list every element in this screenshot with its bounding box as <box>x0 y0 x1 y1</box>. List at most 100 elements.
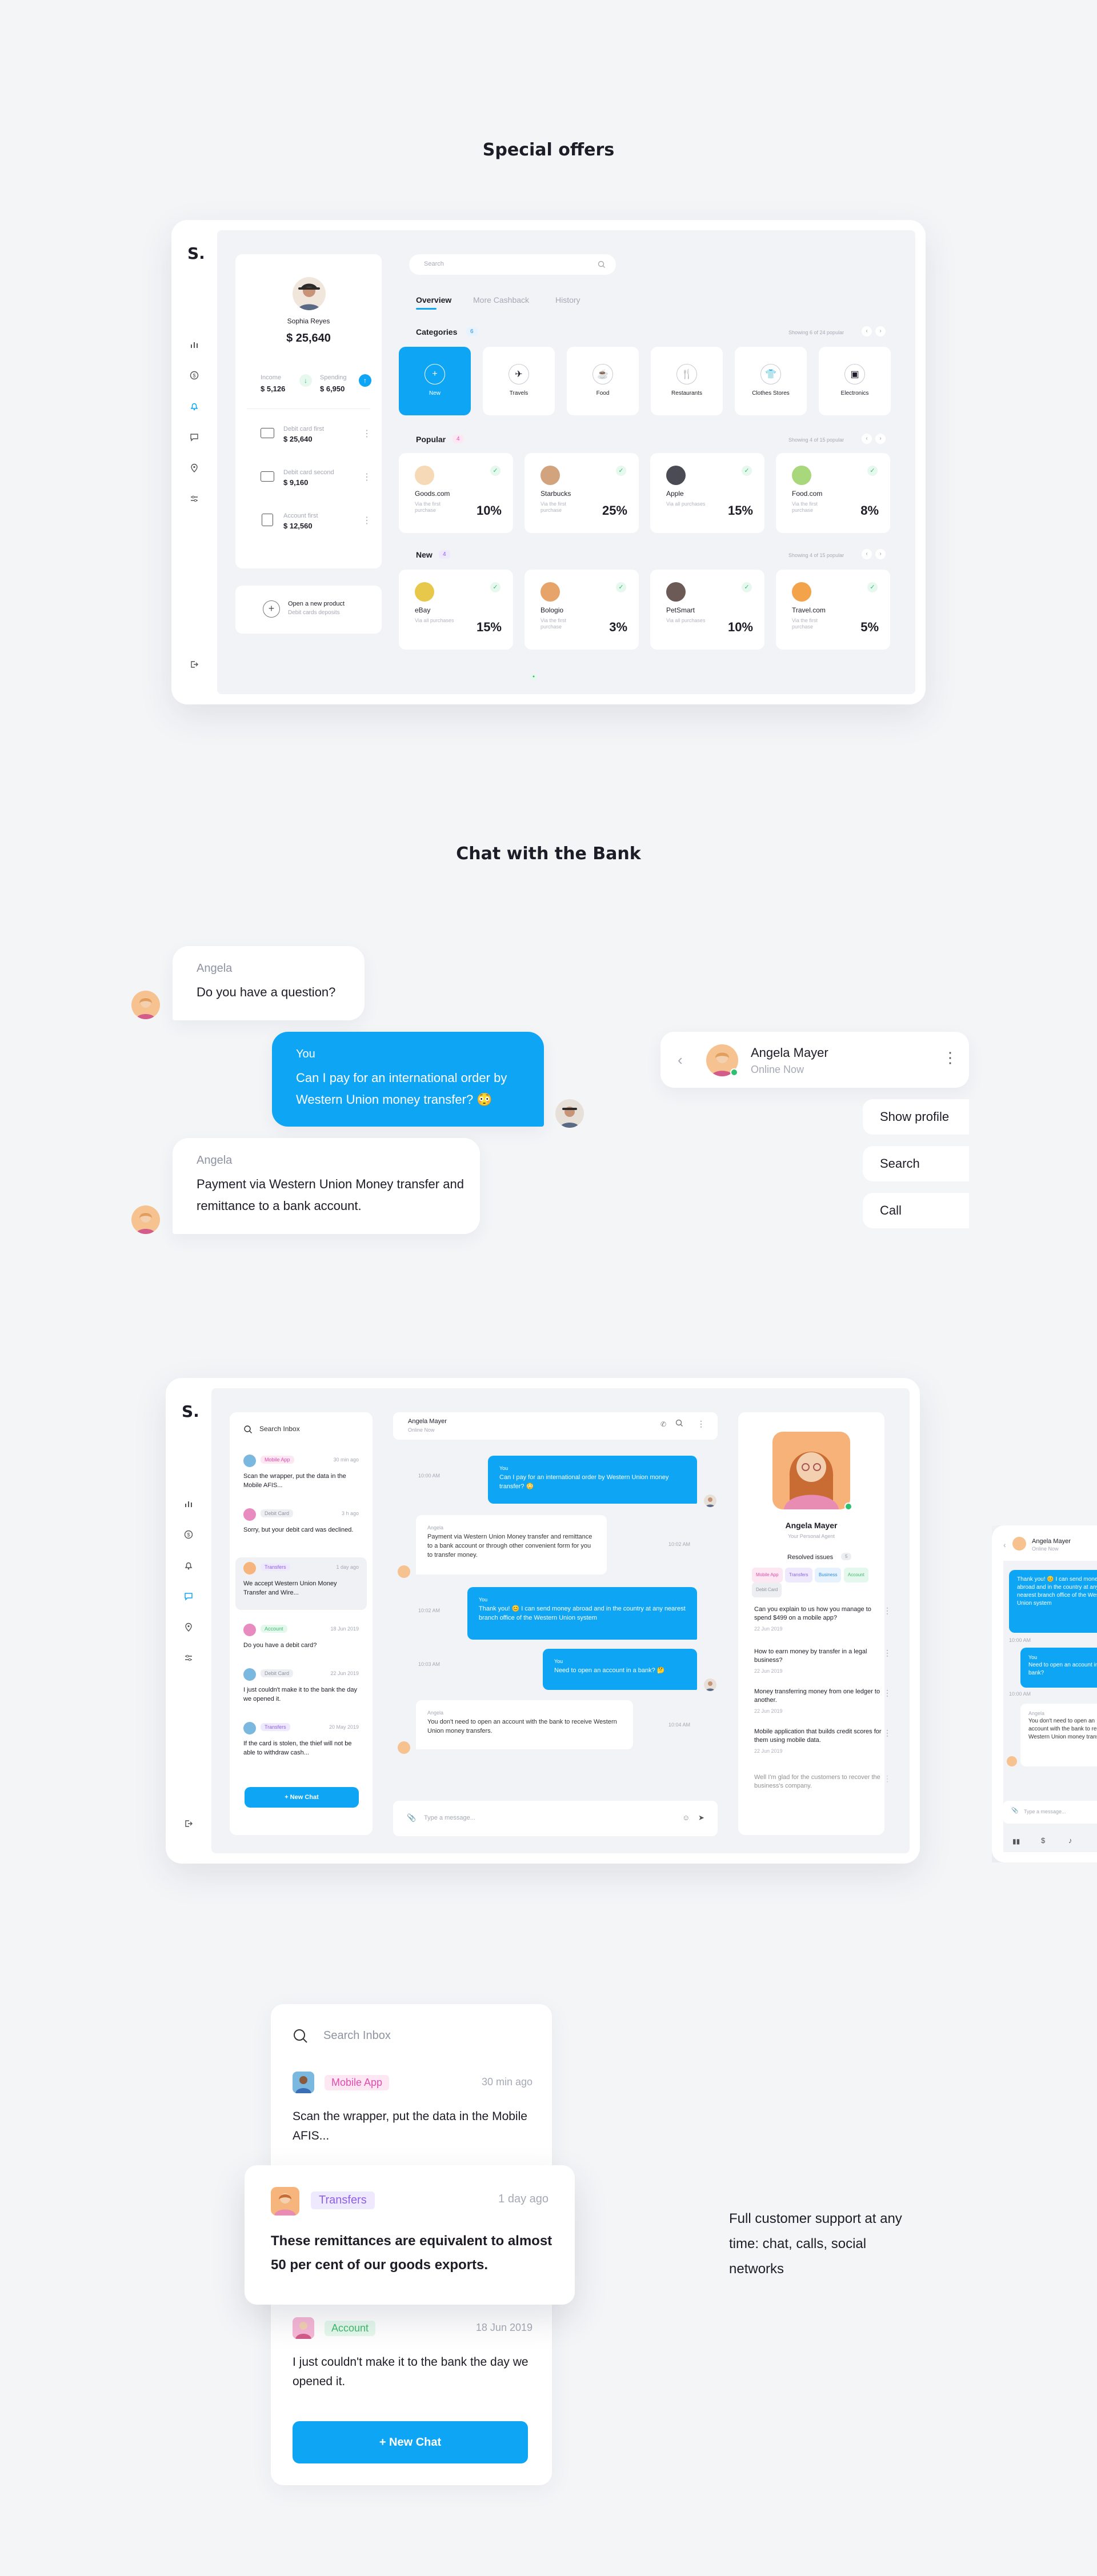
inbox-item-selected[interactable]: Transfers 1 day ago We accept Western Un… <box>235 1557 367 1610</box>
tab-overview[interactable]: Overview <box>416 295 451 305</box>
sliders-icon[interactable] <box>183 1652 194 1664</box>
new-product-card[interactable]: + Open a new product Debit cards deposit… <box>235 586 382 634</box>
message-input[interactable]: Type a message... <box>1024 1809 1066 1814</box>
account-item[interactable]: Debit card first $ 25,640 ⋮ <box>261 426 371 448</box>
bell-icon[interactable] <box>183 1560 194 1571</box>
prev-arrow-icon[interactable]: ‹ <box>862 434 872 444</box>
back-arrow-icon[interactable]: ‹ <box>678 1051 683 1069</box>
bell-icon[interactable]: ♪ <box>1068 1836 1072 1845</box>
account-item[interactable]: Debit card second $ 9,160 ⋮ <box>261 469 371 492</box>
more-icon[interactable]: ⋮ <box>943 1049 958 1067</box>
search-bar[interactable]: Search <box>409 254 616 275</box>
category-new[interactable]: + New <box>399 347 471 415</box>
more-icon[interactable]: ⋮ <box>883 1607 891 1615</box>
check-icon: ✓ <box>742 582 752 592</box>
new-chat-button[interactable]: + New Chat <box>293 2421 528 2463</box>
more-icon[interactable]: ⋮ <box>697 1419 705 1429</box>
attach-icon[interactable]: 📎 <box>407 1813 416 1822</box>
offer-card[interactable]: ✓ Food.com Via the first purchase 8% <box>776 453 890 533</box>
new-chat-button[interactable]: + New Chat <box>245 1787 359 1808</box>
resolved-title: Resolved issues <box>787 1554 834 1561</box>
dollar-icon[interactable]: $ <box>189 370 200 381</box>
income-value: $ 5,126 <box>261 384 286 393</box>
offer-card[interactable]: ✓ PetSmart Via all purchases 10% <box>650 570 764 650</box>
tag[interactable]: Mobile App <box>752 1568 783 1583</box>
account-item[interactable]: Account first $ 12,560 ⋮ <box>261 512 371 535</box>
chat-icon[interactable] <box>189 431 200 443</box>
tab-more-cashback[interactable]: More Cashback <box>473 295 529 305</box>
message-composer[interactable]: Type a message... 📎 <box>1003 1801 1097 1824</box>
chat-icon[interactable] <box>183 1591 194 1602</box>
offer-card[interactable]: ✓ Bologio Via the first purchase 3% <box>525 570 639 650</box>
inbox-item[interactable]: Account 18 Jun 2019 Do you have a debit … <box>235 1619 367 1654</box>
logout-icon[interactable] <box>183 1818 194 1829</box>
chart-icon[interactable] <box>189 339 200 350</box>
category-food[interactable]: ☕ Food <box>567 347 639 415</box>
search-input[interactable]: Search <box>424 261 444 267</box>
more-icon[interactable]: ⋮ <box>362 471 371 483</box>
issue-item[interactable]: Well I'm glad for the customers to recov… <box>754 1773 891 1790</box>
emoji-icon[interactable]: ☺ <box>682 1813 690 1822</box>
issue-item[interactable]: Can you explain to us how you manage to … <box>754 1605 891 1633</box>
inbox-item[interactable]: Debit Card 3 h ago Sorry, but your debit… <box>235 1504 367 1548</box>
category-clothes[interactable]: 👕 Clothes Stores <box>735 347 807 415</box>
more-icon[interactable]: ⋮ <box>362 428 371 439</box>
category-electronics[interactable]: ▣ Electronics <box>819 347 891 415</box>
more-icon[interactable]: ⋮ <box>883 1729 891 1737</box>
inbox-item-highlighted[interactable]: Transfers 1 day ago These remittances ar… <box>245 2165 575 2305</box>
phone-icon[interactable]: ✆ <box>660 1420 666 1428</box>
location-icon[interactable] <box>189 462 200 474</box>
check-icon: ✓ <box>867 466 878 476</box>
tag[interactable]: Debit Card <box>752 1583 782 1597</box>
offer-card[interactable]: ✓ Starbucks Via the first purchase 25% <box>525 453 639 533</box>
new-badge: 4 <box>439 550 450 559</box>
more-icon[interactable]: ⋮ <box>883 1649 891 1657</box>
prev-arrow-icon[interactable]: ‹ <box>862 326 872 336</box>
tag[interactable]: Business <box>815 1568 842 1583</box>
offer-card[interactable]: ✓ Apple Via all purchases 15% <box>650 453 764 533</box>
prev-arrow-icon[interactable]: ‹ <box>862 549 872 559</box>
offer-card[interactable]: ✓ Goods.com Via the first purchase 10% <box>399 453 513 533</box>
bell-icon[interactable] <box>189 400 200 412</box>
inbox-item[interactable]: Debit Card 22 Jun 2019 I just couldn't m… <box>235 1664 367 1708</box>
more-icon[interactable]: ⋮ <box>883 1689 891 1697</box>
next-arrow-icon[interactable]: › <box>875 326 886 336</box>
message-input[interactable]: Type a message... <box>424 1814 475 1821</box>
next-arrow-icon[interactable]: › <box>875 434 886 444</box>
inbox-item[interactable]: Transfers 20 May 2019 If the card is sto… <box>235 1717 367 1762</box>
dollar-icon[interactable]: $ <box>183 1529 194 1540</box>
sliders-icon[interactable] <box>189 493 200 504</box>
chart-icon[interactable] <box>183 1498 194 1509</box>
issue-item[interactable]: Money transferring money from one ledger… <box>754 1688 891 1716</box>
category-travels[interactable]: ✈ Travels <box>483 347 555 415</box>
search-input[interactable]: Search Inbox <box>259 1425 300 1433</box>
tag[interactable]: Transfers <box>785 1568 812 1583</box>
inbox-item[interactable]: Mobile App 30 min ago Scan the wrapper, … <box>235 1450 367 1495</box>
next-arrow-icon[interactable]: › <box>875 549 886 559</box>
more-icon[interactable]: ⋮ <box>883 1774 891 1783</box>
search-icon[interactable] <box>598 261 606 271</box>
message-composer[interactable]: 📎 Type a message... ☺ ➤ <box>393 1801 718 1836</box>
attach-icon[interactable]: 📎 <box>1011 1808 1018 1814</box>
search-icon[interactable] <box>675 1419 683 1430</box>
show-profile-button[interactable]: Show profile <box>863 1099 969 1135</box>
chart-icon[interactable]: ▮▮ <box>1012 1837 1020 1845</box>
issue-item[interactable]: How to earn money by transfer in a legal… <box>754 1648 891 1676</box>
more-icon[interactable]: ⋮ <box>362 515 371 526</box>
search-input[interactable]: Search Inbox <box>323 2029 391 2042</box>
send-icon[interactable]: ➤ <box>698 1813 704 1822</box>
back-arrow-icon[interactable]: ‹ <box>1003 1540 1006 1549</box>
tag[interactable]: Account <box>843 1568 868 1583</box>
inbox-item[interactable]: Account 18 Jun 2019 I just couldn't make… <box>293 2313 533 2388</box>
dollar-icon[interactable]: $ <box>1041 1836 1045 1845</box>
location-icon[interactable] <box>183 1621 194 1633</box>
category-restaurants[interactable]: 🍴 Restaurants <box>651 347 723 415</box>
search-button[interactable]: Search <box>863 1146 969 1181</box>
offer-card[interactable]: ✓ Travel.com Via the first purchase 5% <box>776 570 890 650</box>
logout-icon[interactable] <box>189 659 200 670</box>
inbox-item[interactable]: Mobile App 30 min ago Scan the wrapper, … <box>293 2067 533 2142</box>
tab-history[interactable]: History <box>555 295 580 305</box>
offer-card[interactable]: ✓ eBay Via all purchases 15% <box>399 570 513 650</box>
call-button[interactable]: Call <box>863 1193 969 1228</box>
issue-item[interactable]: Mobile application that builds credit sc… <box>754 1728 891 1756</box>
